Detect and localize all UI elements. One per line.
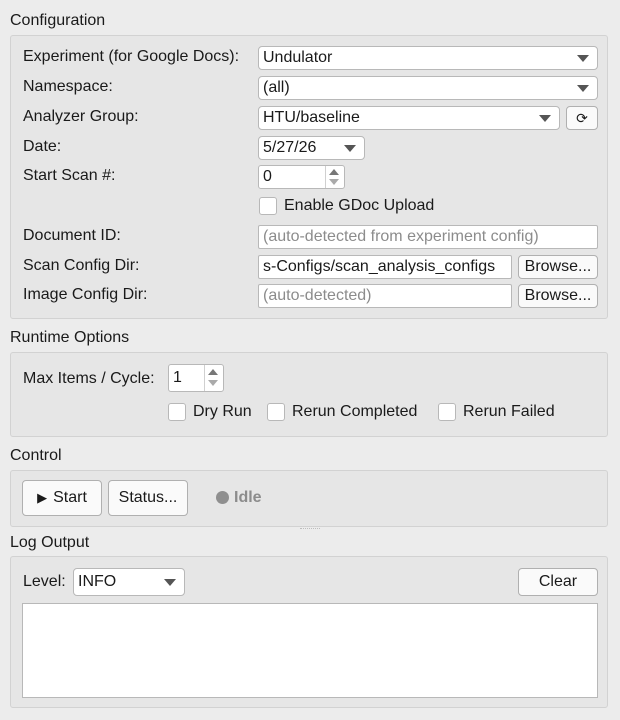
image-config-dir-placeholder: (auto-detected) [263,287,372,304]
status-button[interactable]: Status... [108,480,188,516]
date-label: Date: [23,138,62,155]
document-id-field[interactable]: (auto-detected from experiment config) [258,225,598,249]
spinner-arrows-icon[interactable] [325,166,344,188]
analyzer-group-select[interactable]: HTU/baseline [258,106,560,130]
start-button[interactable]: ▶ Start [22,480,102,516]
decrement-icon[interactable] [208,380,218,386]
control-title: Control [10,447,62,464]
configuration-title: Configuration [10,12,106,29]
rerun-completed-checkbox[interactable] [267,403,285,421]
dry-run-checkbox[interactable] [168,403,186,421]
scan-config-browse-button[interactable]: Browse... [518,255,598,279]
refresh-icon: ⟳ [576,110,588,126]
date-value: 5/27/26 [263,139,317,156]
chevron-down-icon [539,115,551,122]
image-config-dir-label: Image Config Dir: [23,286,148,303]
dry-run-label: Dry Run [193,403,252,420]
rerun-completed-label: Rerun Completed [292,403,418,420]
scan-config-dir-field[interactable]: s-Configs/scan_analysis_configs [258,255,512,279]
spinner-arrows-icon[interactable] [204,365,223,391]
experiment-select[interactable]: Undulator [258,46,598,70]
log-text-area[interactable] [22,603,598,698]
start-scan-value: 0 [263,168,272,185]
experiment-value: Undulator [263,49,333,66]
play-icon: ▶ [37,490,48,505]
document-id-placeholder: (auto-detected from experiment config) [263,228,539,245]
status-indicator-icon [216,491,229,504]
analyzer-group-value: HTU/baseline [263,109,360,126]
log-title: Log Output [10,534,90,551]
namespace-label: Namespace: [23,78,113,95]
runtime-group: Max Items / Cycle: 1 Dry Run Rerun Compl… [10,352,608,437]
image-config-dir-field[interactable]: (auto-detected) [258,284,512,308]
level-label: Level: [23,573,66,590]
experiment-label: Experiment (for Google Docs): [23,48,240,65]
clear-button[interactable]: Clear [518,568,598,596]
runtime-title: Runtime Options [10,329,130,346]
start-scan-spinbox[interactable]: 0 [258,165,345,189]
status-text: Idle [234,489,262,506]
max-items-value: 1 [173,369,182,386]
enable-gdoc-checkbox[interactable] [259,197,277,215]
configuration-group: Experiment (for Google Docs): Undulator … [10,35,608,319]
increment-icon[interactable] [329,169,339,175]
decrement-icon[interactable] [329,179,339,185]
level-select[interactable]: INFO [73,568,185,596]
namespace-select[interactable]: (all) [258,76,598,100]
log-group: Level: INFO Clear [10,556,608,708]
chevron-down-icon [344,145,356,152]
refresh-button[interactable]: ⟳ [566,106,598,130]
level-value: INFO [78,573,117,590]
date-picker[interactable]: 5/27/26 [258,136,365,160]
increment-icon[interactable] [208,369,218,375]
chevron-down-icon [164,579,176,586]
start-label: Start [53,489,87,506]
scan-config-dir-value: s-Configs/scan_analysis_configs [263,258,496,275]
splitter-handle[interactable] [300,528,320,532]
chevron-down-icon [577,55,589,62]
namespace-value: (all) [263,79,290,96]
image-config-browse-button[interactable]: Browse... [518,284,598,308]
document-id-label: Document ID: [23,227,121,244]
enable-gdoc-label: Enable GDoc Upload [284,197,435,214]
start-scan-label: Start Scan #: [23,167,116,184]
max-items-spinbox[interactable]: 1 [168,364,224,392]
rerun-failed-label: Rerun Failed [463,403,555,420]
scan-config-dir-label: Scan Config Dir: [23,257,140,274]
rerun-failed-checkbox[interactable] [438,403,456,421]
analyzer-group-label: Analyzer Group: [23,108,139,125]
chevron-down-icon [577,85,589,92]
control-group: ▶ Start Status... Idle [10,470,608,527]
max-items-label: Max Items / Cycle: [23,370,155,387]
